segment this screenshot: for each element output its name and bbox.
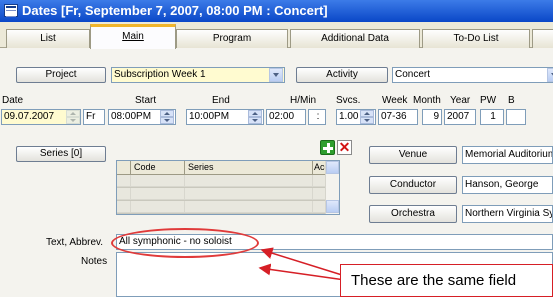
b-label: B: [508, 95, 515, 106]
grid-row-header: [117, 161, 131, 175]
tab-additional-data[interactable]: Additional Data: [290, 29, 420, 48]
month-field: 9: [422, 109, 442, 125]
svcs-label: Svcs.: [336, 95, 361, 106]
project-select[interactable]: Subscription Week 1: [111, 67, 285, 83]
venue-field[interactable]: Memorial Auditorium: [462, 146, 553, 164]
date-label: Date: [2, 95, 24, 106]
activity-dropdown-icon[interactable]: [547, 68, 553, 82]
series-button[interactable]: Series [0]: [16, 146, 106, 162]
grid-cell: [117, 188, 131, 200]
tab-todo-list[interactable]: To-Do List: [422, 29, 530, 48]
grid-cell[interactable]: [131, 175, 185, 187]
orchestra-button[interactable]: Orchestra: [369, 205, 457, 223]
weekday-field: Fr: [83, 109, 105, 125]
project-dropdown-icon[interactable]: [269, 68, 283, 82]
tab-main[interactable]: Main: [90, 24, 176, 49]
grid-cell[interactable]: [185, 201, 313, 213]
month-label: Month: [413, 95, 441, 106]
year-field: 2007: [444, 109, 476, 125]
conductor-field[interactable]: Hanson, George: [462, 176, 553, 194]
date-spinner[interactable]: [66, 110, 80, 124]
add-series-icon[interactable]: [320, 140, 335, 155]
activity-select[interactable]: Concert: [392, 67, 553, 83]
hmin-label: H/Min: [290, 95, 317, 106]
grid-cell[interactable]: [131, 188, 185, 200]
scroll-down-icon[interactable]: [326, 200, 339, 213]
grid-cell: [117, 201, 131, 213]
pw-field: 1: [480, 109, 504, 125]
week-label: Week: [382, 95, 408, 106]
scroll-up-icon[interactable]: [326, 161, 339, 174]
annotation-callout: These are the same field: [340, 264, 553, 297]
end-label: End: [212, 95, 230, 106]
tab-more[interactable]: [532, 29, 553, 48]
delete-series-icon[interactable]: ✕: [337, 140, 352, 155]
calendar-icon: [4, 4, 18, 17]
grid-header-series[interactable]: Series: [185, 161, 313, 175]
start-label: Start: [135, 95, 157, 106]
year-label: Year: [450, 95, 471, 106]
tab-program[interactable]: Program: [176, 29, 288, 48]
grid-cell[interactable]: [131, 201, 185, 213]
grid-cell: [117, 175, 131, 187]
grid-cell[interactable]: [185, 188, 313, 200]
hmin-minutes-field[interactable]: :: [308, 109, 326, 125]
text-abbrev-label: Text, Abbrev.: [46, 237, 104, 248]
orchestra-field[interactable]: Northern Virginia Sy: [462, 205, 553, 223]
tab-list[interactable]: List: [6, 29, 90, 48]
start-time-spinner[interactable]: [160, 110, 174, 124]
pw-label: PW: [480, 95, 497, 106]
notes-label: Notes: [81, 256, 108, 267]
conductor-button[interactable]: Conductor: [369, 176, 457, 194]
grid-header-code[interactable]: Code: [131, 161, 185, 175]
series-grid[interactable]: Code Series Accoun: [116, 160, 340, 215]
b-field: [506, 109, 526, 125]
window-title: Dates [Fr, September 7, 2007, 08:00 PM :…: [22, 3, 328, 18]
grid-cell[interactable]: [185, 175, 313, 187]
hmin-field[interactable]: 02:00: [266, 109, 306, 125]
venue-button[interactable]: Venue: [369, 146, 457, 164]
svcs-spinner[interactable]: [360, 110, 374, 124]
activity-button[interactable]: Activity: [296, 67, 388, 83]
end-time-spinner[interactable]: [248, 110, 262, 124]
highlight-oval: [111, 228, 259, 258]
grid-scrollbar[interactable]: [325, 161, 339, 214]
week-field: 07-36: [378, 109, 418, 125]
window-title-bar: Dates [Fr, September 7, 2007, 08:00 PM :…: [0, 0, 553, 22]
project-button[interactable]: Project: [16, 67, 106, 83]
